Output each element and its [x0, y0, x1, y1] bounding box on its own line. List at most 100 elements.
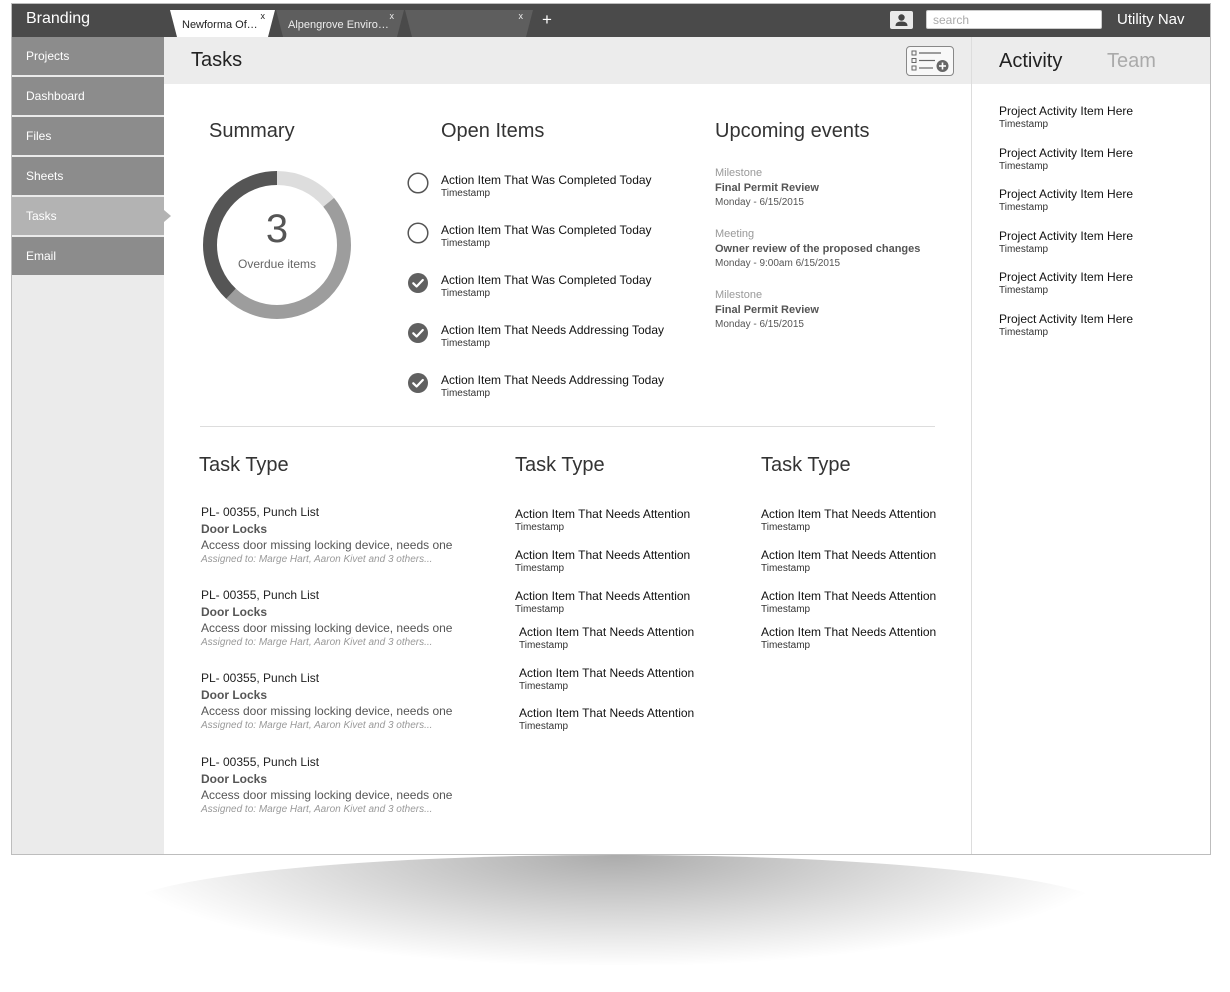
tab-alpengrove[interactable]: Alpengrove Environme… x [276, 10, 404, 37]
task-item[interactable]: Action Item That Needs Attention Timestam… [519, 666, 739, 692]
punch-list-item[interactable]: PL- 00355, Punch List Door Locks Access … [201, 755, 491, 815]
empty-circle-icon[interactable] [407, 172, 429, 194]
search-input[interactable] [926, 10, 1102, 29]
user-button[interactable] [890, 11, 913, 29]
punch-list-name: Door Locks [201, 522, 268, 536]
event-item[interactable]: Milestone Final Permit Review Monday - 6… [715, 289, 819, 330]
task-item-timestamp: Timestamp [515, 604, 565, 615]
overdue-count: 3 [265, 207, 289, 251]
activity-item-timestamp: Timestamp [999, 285, 1049, 297]
punch-list-name: Door Locks [201, 772, 268, 786]
activity-item-title: Project Activity Item Here [999, 104, 1134, 118]
tab-close-icon[interactable]: x [261, 11, 266, 21]
task-type-title: Task Type [515, 454, 605, 476]
activity-item-title: Project Activity Item Here [999, 270, 1134, 285]
task-item[interactable]: Action Item That Needs Attention Timestam… [519, 706, 739, 732]
open-item[interactable]: Action Item That Needs Addressing Today T… [407, 322, 697, 358]
punch-list-description: Access door missing locking device, need… [201, 538, 453, 552]
tab-team[interactable]: Team [1107, 50, 1156, 73]
activity-item-title: Project Activity Item Here [999, 312, 1134, 326]
task-item-timestamp: Timestamp [515, 563, 565, 574]
event-item[interactable]: Milestone Final Permit Review Monday - 6… [715, 167, 819, 208]
sidebar-item-files[interactable]: Files [12, 117, 164, 155]
task-item-title: Action Item That Needs Attention [515, 589, 691, 603]
task-item-title: Action Item That Needs Attention [519, 706, 695, 720]
task-item[interactable]: Action Item That Needs Attention Timestam… [761, 507, 981, 533]
task-item-title: Action Item That Needs Attention [761, 625, 937, 639]
check-circle-icon[interactable] [407, 372, 429, 394]
activity-item[interactable]: Project Activity Item Here Timestamp [999, 229, 1199, 255]
task-item[interactable]: Action Item That Needs Attention Timestam… [761, 625, 981, 651]
task-item-title: Action Item That Needs Attention [761, 548, 937, 562]
open-item[interactable]: Action Item That Was Completed Today Time… [407, 222, 697, 258]
open-item-text: Action Item That Was Completed Today Time… [441, 173, 652, 199]
tab-newforma-office[interactable]: Newforma Office x [170, 10, 275, 37]
event-date: Monday - 9:00am 6/15/2015 [715, 258, 841, 269]
open-item-title: Action Item That Needs Addressing Today [441, 323, 665, 337]
top-bar: Branding Newforma Office x Alpengrove En… [12, 4, 1210, 37]
punch-list-description: Access door missing locking device, need… [201, 788, 453, 802]
tab-close-icon[interactable]: x [390, 11, 395, 21]
tab-empty[interactable]: x [405, 10, 533, 37]
tab-activity[interactable]: Activity [999, 50, 1062, 73]
task-item[interactable]: Action Item That Needs Attention Timestam… [515, 548, 735, 574]
punch-list-description: Access door missing locking device, need… [201, 621, 453, 635]
task-item-title: Action Item That Needs Attention [515, 507, 691, 521]
activity-item[interactable]: Project Activity Item Here Timestamp [999, 146, 1199, 172]
open-item-title: Action Item That Was Completed Today [441, 273, 652, 287]
activity-item[interactable]: Project Activity Item Here Timestamp [999, 104, 1199, 130]
event-name: Final Permit Review [715, 182, 819, 194]
punch-list-assignees: Assigned to: Marge Hart, Aaron Kivet and… [201, 804, 433, 815]
tab-label: Alpengrove Environme… [288, 19, 394, 31]
punch-list-assignees: Assigned to: Marge Hart, Aaron Kivet and… [201, 554, 433, 565]
task-item-title: Action Item That Needs Attention [519, 666, 695, 680]
check-circle-icon[interactable] [407, 272, 429, 294]
task-item[interactable]: Action Item That Needs Attention Timestam… [519, 625, 739, 651]
main-header: Tasks [164, 37, 971, 84]
task-item-title: Action Item That Needs Attention [515, 548, 691, 562]
tab-close-icon[interactable]: x [519, 11, 524, 21]
event-item[interactable]: Meeting Owner review of the proposed cha… [715, 228, 920, 269]
punch-list-item[interactable]: PL- 00355, Punch List Door Locks Access … [201, 671, 491, 731]
task-item[interactable]: Action Item That Needs Attention Timestam… [761, 548, 981, 574]
activity-item[interactable]: Project Activity Item Here Timestamp [999, 312, 1199, 338]
punch-list-name: Door Locks [201, 605, 268, 619]
activity-panel-header: Activity Team [972, 37, 1210, 84]
sidebar-item-dashboard[interactable]: Dashboard [12, 77, 164, 115]
empty-circle-icon[interactable] [407, 222, 429, 244]
add-task-button[interactable] [906, 46, 954, 76]
sidebar-item-sheets[interactable]: Sheets [12, 157, 164, 195]
punch-list-item[interactable]: PL- 00355, Punch List Door Locks Access … [201, 588, 491, 648]
open-item-text: Action Item That Needs Addressing Today T… [441, 323, 664, 349]
open-item-text: Action Item That Was Completed Today Time… [441, 273, 652, 299]
check-circle-icon[interactable] [407, 322, 429, 344]
punch-list-item[interactable]: PL- 00355, Punch List Door Locks Access … [201, 505, 491, 565]
activity-item[interactable]: Project Activity Item Here Timestamp [999, 187, 1199, 213]
activity-item[interactable]: Project Activity Item Here Timestamp [999, 270, 1199, 296]
open-item[interactable]: Action Item That Needs Addressing Today T… [407, 372, 697, 408]
task-item-timestamp: Timestamp [761, 563, 811, 574]
task-item[interactable]: Action Item That Needs Attention Timestam… [515, 589, 735, 615]
task-item-timestamp: Timestamp [761, 640, 811, 651]
sidebar-item-tasks[interactable]: Tasks [12, 197, 171, 235]
sidebar-item-email[interactable]: Email [12, 237, 164, 275]
task-item[interactable]: Action Item That Needs Attention Timestam… [761, 589, 981, 615]
event-name: Final Permit Review [715, 304, 819, 316]
open-item-title: Action Item That Needs Addressing Today [441, 373, 665, 387]
open-item[interactable]: Action Item That Was Completed Today Time… [407, 272, 697, 308]
utility-nav[interactable]: Utility Nav [1117, 11, 1185, 28]
open-item[interactable]: Action Item That Was Completed Today Time… [407, 172, 697, 208]
overdue-label: Overdue items [237, 257, 317, 271]
task-item[interactable]: Action Item That Needs Attention Timestam… [515, 507, 735, 533]
branding[interactable]: Branding [26, 10, 90, 28]
summary-title: Summary [209, 120, 295, 142]
event-date: Monday - 6/15/2015 [715, 319, 804, 330]
new-tab-button[interactable]: + [542, 10, 552, 30]
sidebar-item-projects[interactable]: Projects [12, 37, 164, 75]
user-icon [895, 14, 908, 26]
task-type-title: Task Type [199, 454, 289, 476]
punch-list-code: PL- 00355, Punch List [201, 588, 320, 602]
event-type: Milestone [715, 289, 763, 301]
task-item-timestamp: Timestamp [519, 721, 569, 732]
open-item-timestamp: Timestamp [441, 288, 491, 299]
